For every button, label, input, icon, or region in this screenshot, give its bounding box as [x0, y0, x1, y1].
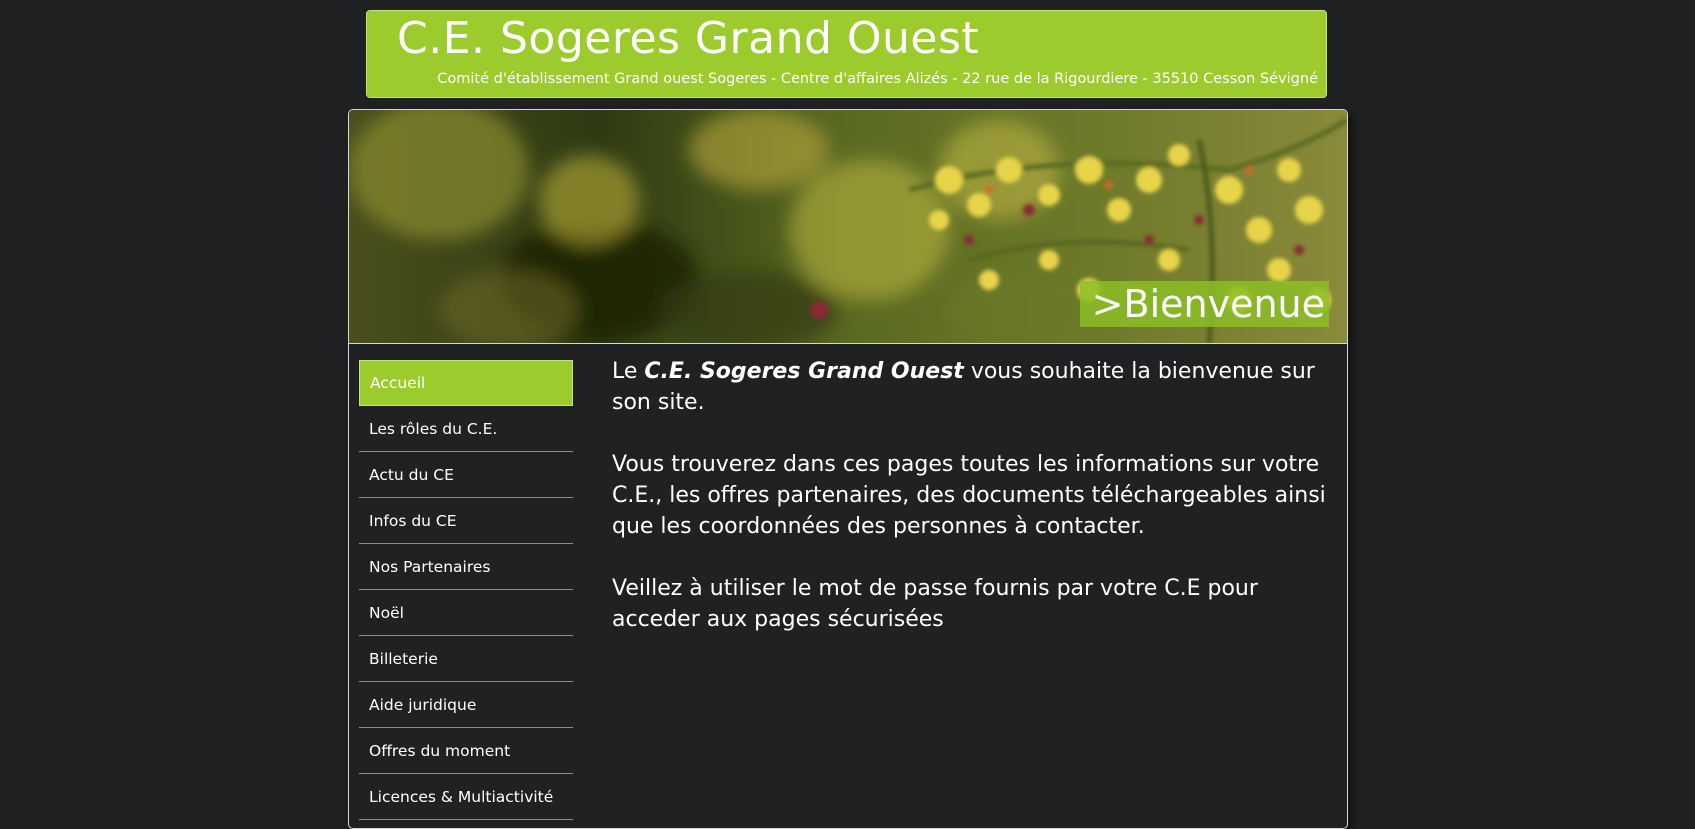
banner-welcome-label: >Bienvenue — [1079, 281, 1329, 327]
organization-name: C.E. Sogeres Grand Ouest — [644, 359, 964, 384]
nav-item-infos[interactable]: Infos du CE — [359, 499, 573, 544]
nav-item-offres[interactable]: Offres du moment — [359, 729, 573, 774]
site-header: C.E. Sogeres Grand Ouest Comité d'établi… — [366, 10, 1327, 98]
nav-item-licences[interactable]: Licences & Multiactivité — [359, 775, 573, 820]
nav-item-actu[interactable]: Actu du CE — [359, 453, 573, 498]
nav-item-roles[interactable]: Les rôles du C.E. — [359, 407, 573, 452]
nav-item-accueil[interactable]: Accueil — [359, 360, 573, 406]
nav-item-noel[interactable]: Noël — [359, 591, 573, 636]
info-paragraph: Vous trouverez dans ces pages toutes les… — [612, 452, 1326, 539]
site-title[interactable]: C.E. Sogeres Grand Ouest — [397, 13, 979, 64]
main-content: Le C.E. Sogeres Grand Ouest vous souhait… — [612, 356, 1342, 635]
welcome-paragraph: Le C.E. Sogeres Grand Ouest vous souhait… — [612, 356, 1342, 418]
nav-item-partenaires[interactable]: Nos Partenaires — [359, 545, 573, 590]
password-notice: Veillez à utiliser le mot de passe fourn… — [612, 576, 1258, 632]
banner-image: >Bienvenue — [349, 110, 1347, 344]
nav-item-billeterie[interactable]: Billeterie — [359, 637, 573, 682]
intro-prefix: Le — [612, 359, 645, 384]
nav-item-aide-juridique[interactable]: Aide juridique — [359, 683, 573, 728]
main-frame: >Bienvenue Accueil Les rôles du C.E. Act… — [348, 109, 1348, 829]
site-subtitle: Comité d'établissement Grand ouest Soger… — [437, 71, 1318, 87]
sidebar-nav: Accueil Les rôles du C.E. Actu du CE Inf… — [359, 360, 573, 821]
